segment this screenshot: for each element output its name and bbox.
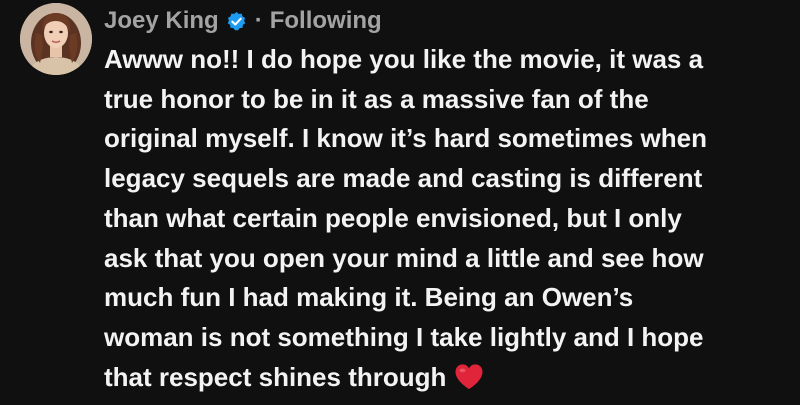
post-header: Joey King · Following <box>104 4 382 38</box>
comment-line: than what certain people envisioned, but… <box>104 202 682 233</box>
comment-line: much fun I had making it. Being an Owen’… <box>104 282 634 313</box>
follow-status-button[interactable]: Following <box>270 7 382 35</box>
comment-body: Awww no!! I do hope you like the movie, … <box>104 40 794 397</box>
comment-line: ask that you open your mind a little and… <box>104 242 704 273</box>
verified-check-icon <box>226 11 247 32</box>
comment-line: Awww no!! I do hope you like the movie, … <box>104 44 704 74</box>
red-heart-icon <box>454 363 484 390</box>
comment-line: legacy sequels are made and casting is d… <box>104 163 703 194</box>
comment-line: original myself. I know it’s hard someti… <box>104 123 707 154</box>
comment-line: woman is not something I take lightly an… <box>104 321 704 352</box>
separator-dot: · <box>254 7 263 34</box>
author-name[interactable]: Joey King <box>104 7 219 35</box>
comment-post: Joey King · Following Awww no!! I do hop… <box>0 0 800 405</box>
comment-line-text: that respect shines through <box>104 361 447 392</box>
profile-photo <box>20 3 92 75</box>
comment-line: true honor to be in it as a massive fan … <box>104 83 649 114</box>
comment-last-line: that respect shines through <box>104 358 794 398</box>
avatar[interactable] <box>20 3 92 75</box>
